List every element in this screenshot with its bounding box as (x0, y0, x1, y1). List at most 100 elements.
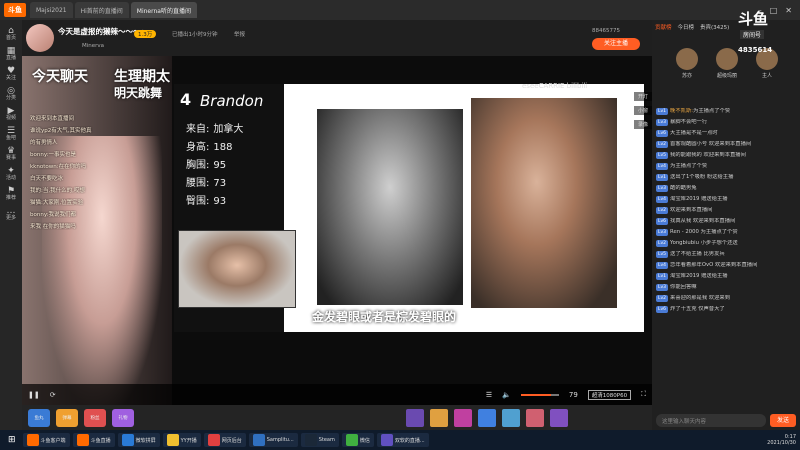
taskbar-app-7[interactable]: 微信 (341, 433, 374, 447)
gift-button-3[interactable]: 礼物 (112, 408, 134, 427)
send-button[interactable]: 发送 (770, 414, 796, 427)
gift-button-1[interactable]: 弹幕 (56, 408, 78, 427)
close-icon[interactable]: ✕ (785, 6, 792, 15)
video-player[interactable]: 今天聊天 生理期太 明天跳舞 欢迎来到本直播间 谁说yp2有大气,其实他真 的有男情… (22, 56, 652, 405)
stat-key: 身高: (186, 142, 210, 153)
windows-start-icon[interactable]: ⊞ (4, 435, 20, 445)
gift-thumb[interactable] (502, 408, 520, 427)
rank-tab-0[interactable]: 贡献榜 (655, 23, 672, 31)
chat-list[interactable]: Lv1 晚不凯斯:为主播点了个赞 Lv3 暴脚不会吧一行 Lv6 大主播是不是一点时 Lv2… (656, 108, 796, 398)
record-button[interactable]: 录像 (634, 120, 652, 129)
nav-item-7[interactable]: ✦ 活动 (1, 167, 21, 182)
browser-tabbar: 斗鱼 Majsi2021 Hi首前的直播间 Minerna听的直播间 – □ ✕ (0, 0, 800, 20)
gift-thumb[interactable] (550, 408, 568, 427)
chat-message: Lv2 来喜迎的那是我 欢迎来到 (656, 295, 796, 302)
nav-item-5[interactable]: ☰ 鱼吧 (1, 127, 21, 142)
overlay-chat-line: bonny:一事实也是 (30, 152, 77, 158)
user-level-badge: Lv6 (656, 306, 669, 313)
rank-tab-2[interactable]: 贵宾(3425) (700, 23, 729, 31)
nav-item-label: 直播 (5, 55, 16, 61)
rank-user[interactable]: 苏亦 (672, 48, 702, 79)
chat-nick[interactable]: 晚不凯斯: (670, 108, 693, 114)
refresh-icon[interactable]: ⟳ (50, 391, 56, 399)
nav-item-0[interactable]: ⌂ 首页 (1, 27, 21, 42)
gift-button-0[interactable]: 鱼丸 (28, 408, 50, 427)
slide-stat-row: 来自: 加拿大 (186, 120, 243, 135)
nav-item-6[interactable]: ♛ 赛事 (1, 147, 21, 162)
mini-window-button[interactable]: 小窗 (634, 106, 652, 115)
chat-message: Lv4 为主播点了个赞 (656, 163, 796, 170)
chat-message: Lv2 首客观酷圆小号 欢迎来到本直播间 (656, 141, 796, 148)
user-level-badge: Lv1 (656, 273, 669, 280)
gift-thumb[interactable] (478, 408, 496, 427)
rank-user-name: 主人 (761, 73, 772, 79)
volume-icon[interactable]: 🔈 (502, 391, 511, 399)
stat-value: 95 (213, 160, 227, 171)
stat-value: 188 (213, 142, 233, 153)
nav-4-icon: ▶ (7, 106, 15, 116)
taskbar-app-label: 双软的直播... (394, 437, 425, 444)
fullscreen-icon[interactable]: ⛶ (641, 390, 646, 399)
taskbar-app-6[interactable]: Steam (300, 433, 339, 447)
tab-minerva-room[interactable]: Minerna听的直播间 (130, 2, 197, 18)
gift-thumb[interactable] (526, 408, 544, 427)
nav-item-3[interactable]: ◎ 分类 (1, 87, 21, 102)
taskbar-app-0[interactable]: 斗鱼客户端 (22, 433, 70, 447)
taskbar-app-4[interactable]: 网页后台 (203, 433, 246, 447)
nav-item-9[interactable]: … 更多 (1, 206, 21, 222)
streamer-name[interactable]: Minerva (82, 43, 104, 49)
douyu-logo[interactable]: 斗鱼 (4, 3, 26, 17)
chat-text: 来喜迎的那是我 欢迎来到 (670, 295, 730, 301)
nav-9-icon: … (6, 206, 16, 216)
taskbar-app-2[interactable]: 微软拼屏 (117, 433, 160, 447)
light-toggle[interactable]: 开灯 (634, 92, 652, 101)
gift-thumb[interactable] (406, 408, 424, 427)
gift-thumb[interactable] (454, 408, 472, 427)
chat-message: Lv2 欢迎来到本直播间 (656, 207, 796, 214)
room-header: 今天是虚报的獭辣～～～～ 1.3万 已播出1小时9分钟 举报 Minerva 8… (22, 20, 652, 56)
user-level-badge: Lv2 (656, 207, 669, 214)
nav-item-8[interactable]: ⚑ 推荐 (1, 187, 21, 202)
nav-item-4[interactable]: ▶ 视频 (1, 106, 21, 122)
system-clock[interactable]: 0:17 2021/10/30 (767, 434, 796, 446)
user-level-badge: Lv3 (656, 229, 669, 236)
gift-button-2[interactable]: 粉丝 (84, 408, 106, 427)
tab-majsi[interactable]: Majsi2021 (30, 2, 73, 18)
chat-message: Lv2 Yongbiubiu 小步子想个还送 (656, 240, 796, 247)
taskbar-app-1[interactable]: 斗鱼直播 (72, 433, 115, 447)
slide-name: Brandon (200, 92, 264, 110)
report-link[interactable]: 举报 (234, 30, 245, 38)
quality-select[interactable]: 超清1080P60 (587, 389, 632, 400)
tab-hi-room[interactable]: Hi首前的直播间 (74, 2, 129, 18)
taskbar-app-label: 斗鱼直播 (90, 437, 111, 444)
taskbar-app-8[interactable]: 双软的直播... (376, 433, 429, 447)
follow-button[interactable]: 关注主播 (592, 38, 640, 50)
overlay-big-text-3: 明天跳舞 (114, 86, 163, 100)
model-photo-2 (471, 98, 617, 308)
nav-item-1[interactable]: ▦ 直播 (1, 47, 21, 62)
volume-fill (520, 393, 551, 396)
avatar[interactable] (26, 24, 54, 52)
stat-key: 来自: (186, 124, 210, 135)
chat-input[interactable]: 这里输入聊天内容 (656, 414, 766, 427)
model-photo-1 (317, 109, 463, 305)
stat-value: 加拿大 (213, 124, 244, 135)
stat-key: 腰围: (186, 178, 210, 189)
nav-item-2[interactable]: ♥ 关注 (1, 67, 21, 82)
rank-user-name: 超级玛丽 (716, 73, 737, 79)
video-watermark: eseeCARRIE bilibili (522, 82, 588, 90)
chat-message: Lv4 恋年看着那年OvO 欢迎来到本直播间 (656, 262, 796, 269)
taskbar-app-3[interactable]: YY开播 (162, 433, 201, 447)
gift-thumb[interactable] (430, 408, 448, 427)
danmaku-icon[interactable]: ☰ (486, 391, 492, 399)
overlay-big-text-2: 生理期太 (114, 69, 170, 85)
volume-slider[interactable] (520, 393, 559, 396)
maximize-icon[interactable]: □ (770, 6, 778, 15)
user-level-badge: Lv4 (656, 262, 669, 269)
chat-message: Lv5 我的能跟我的 欢迎来到本直播间 (656, 152, 796, 159)
pause-icon[interactable]: ❚❚ (28, 391, 40, 399)
slide-stat-row: 身高: 188 (186, 138, 232, 153)
chat-text: 我的能跟我的 欢迎来到本直播间 (670, 152, 746, 158)
rank-tab-1[interactable]: 今日榜 (678, 23, 695, 31)
taskbar-app-5[interactable]: Samplitu... (248, 433, 298, 447)
